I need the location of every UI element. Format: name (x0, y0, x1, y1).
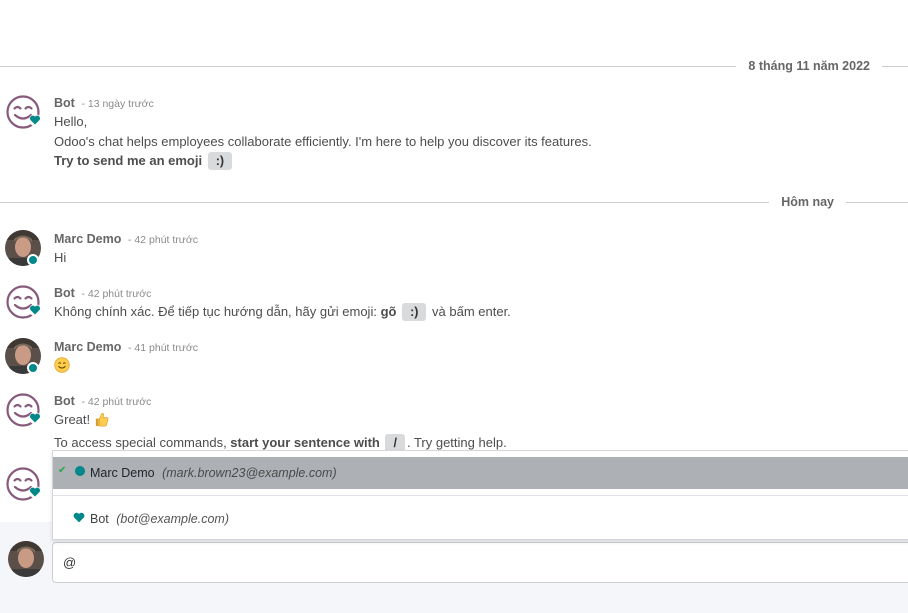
message-body: Marc Demo - 41 phút trước (54, 338, 908, 379)
bot-avatar[interactable] (5, 94, 41, 130)
message-body: Bot - 42 phút trước Great! To access spe… (54, 392, 908, 452)
message: Bot - 42 phút trước Không chính xác. Để … (0, 284, 908, 324)
message: Marc Demo - 42 phút trước Hi (0, 230, 908, 270)
message-text: Odoo's chat helps employees collaborate … (54, 133, 592, 149)
heart-icon (72, 503, 86, 535)
message-body: Bot - 13 ngày trước Hello, Odoo's chat h… (54, 94, 908, 171)
kbd-chip: / (385, 433, 405, 452)
chat-thread: 8 tháng 11 năm 2022 Bot - 13 ngày trước … (0, 0, 908, 522)
bot-avatar[interactable] (5, 466, 41, 502)
heart-status-icon (29, 304, 41, 316)
text-part: . Try getting help. (406, 434, 507, 450)
divider (53, 495, 908, 496)
mention-item-bot[interactable]: Bot (bot@example.com) (53, 503, 908, 535)
text-part: To access special commands, (54, 434, 231, 450)
message-author[interactable]: Bot (54, 394, 75, 408)
text-part: và bấm enter. (428, 304, 511, 319)
message-date: - 42 phút trước (81, 288, 152, 300)
separator-label: 8 tháng 11 năm 2022 (736, 59, 882, 73)
separator-label: Hôm nay (769, 195, 846, 209)
message-body: Bot - 42 phút trước Không chính xác. Để … (54, 284, 908, 322)
date-separator: 8 tháng 11 năm 2022 (0, 57, 908, 77)
kbd-chip: :) (402, 303, 427, 321)
mention-name: Marc Demo (90, 466, 155, 480)
message: Bot - 42 phút trước Great! To access spe… (0, 392, 908, 452)
message-text: Hi (54, 250, 67, 265)
text-part: Không chính xác. Để tiếp tục hướng dẫn, … (54, 304, 381, 319)
user-photo-icon (8, 541, 44, 577)
message-text: Try to send me an emoji :) (54, 151, 908, 171)
current-user-avatar (8, 541, 44, 577)
kbd-chip: :) (207, 152, 233, 170)
bold-text: start your sentence with (230, 434, 380, 450)
mention-email: (mark.brown23@example.com) (162, 466, 337, 480)
message: Bot - 13 ngày trước Hello, Odoo's chat h… (0, 94, 908, 174)
message-text: Great! (54, 410, 908, 433)
check-icon: ✔ (58, 465, 67, 476)
heart-status-icon (29, 486, 41, 498)
text-part: Great! (54, 412, 91, 427)
message-text: Hello, (54, 114, 88, 129)
heart-status-icon (29, 412, 41, 424)
date-separator: Hôm nay (0, 193, 908, 213)
heart-status-icon (29, 114, 41, 126)
message-author[interactable]: Marc Demo (54, 340, 121, 354)
online-status-icon (27, 254, 39, 266)
mention-email: (bot@example.com) (116, 512, 229, 526)
bold-text: gõ (380, 304, 397, 319)
composer-input[interactable]: @ (52, 542, 908, 583)
mention-item-marc-demo[interactable]: ✔ Marc Demo (mark.brown23@example.com) (53, 457, 908, 489)
bold-text: Try to send me an emoji (54, 153, 203, 168)
message-date: - 42 phút trước (128, 234, 198, 246)
bot-avatar[interactable] (5, 284, 41, 320)
message-text: Không chính xác. Để tiếp tục hướng dẫn, … (54, 302, 908, 322)
message-date: - 42 phút trước (81, 396, 152, 408)
message-text (54, 356, 908, 379)
online-dot-icon (75, 466, 85, 476)
message-date: - 13 ngày trước (81, 98, 154, 110)
message-date: - 41 phút trước (128, 342, 198, 354)
mention-name: Bot (90, 512, 109, 526)
message-author[interactable]: Marc Demo (54, 232, 121, 246)
message-author[interactable]: Bot (54, 286, 75, 300)
online-status-icon (27, 362, 39, 374)
thumbs-up-emoji (94, 412, 109, 433)
mention-suggestions-dropdown: ✔ Marc Demo (mark.brown23@example.com) B… (52, 450, 908, 540)
message-body: Marc Demo - 42 phút trước Hi (54, 230, 908, 268)
bot-avatar[interactable] (5, 392, 41, 428)
smiling-face-emoji (54, 357, 70, 379)
message: Marc Demo - 41 phút trước (0, 338, 908, 378)
message-author[interactable]: Bot (54, 96, 75, 110)
